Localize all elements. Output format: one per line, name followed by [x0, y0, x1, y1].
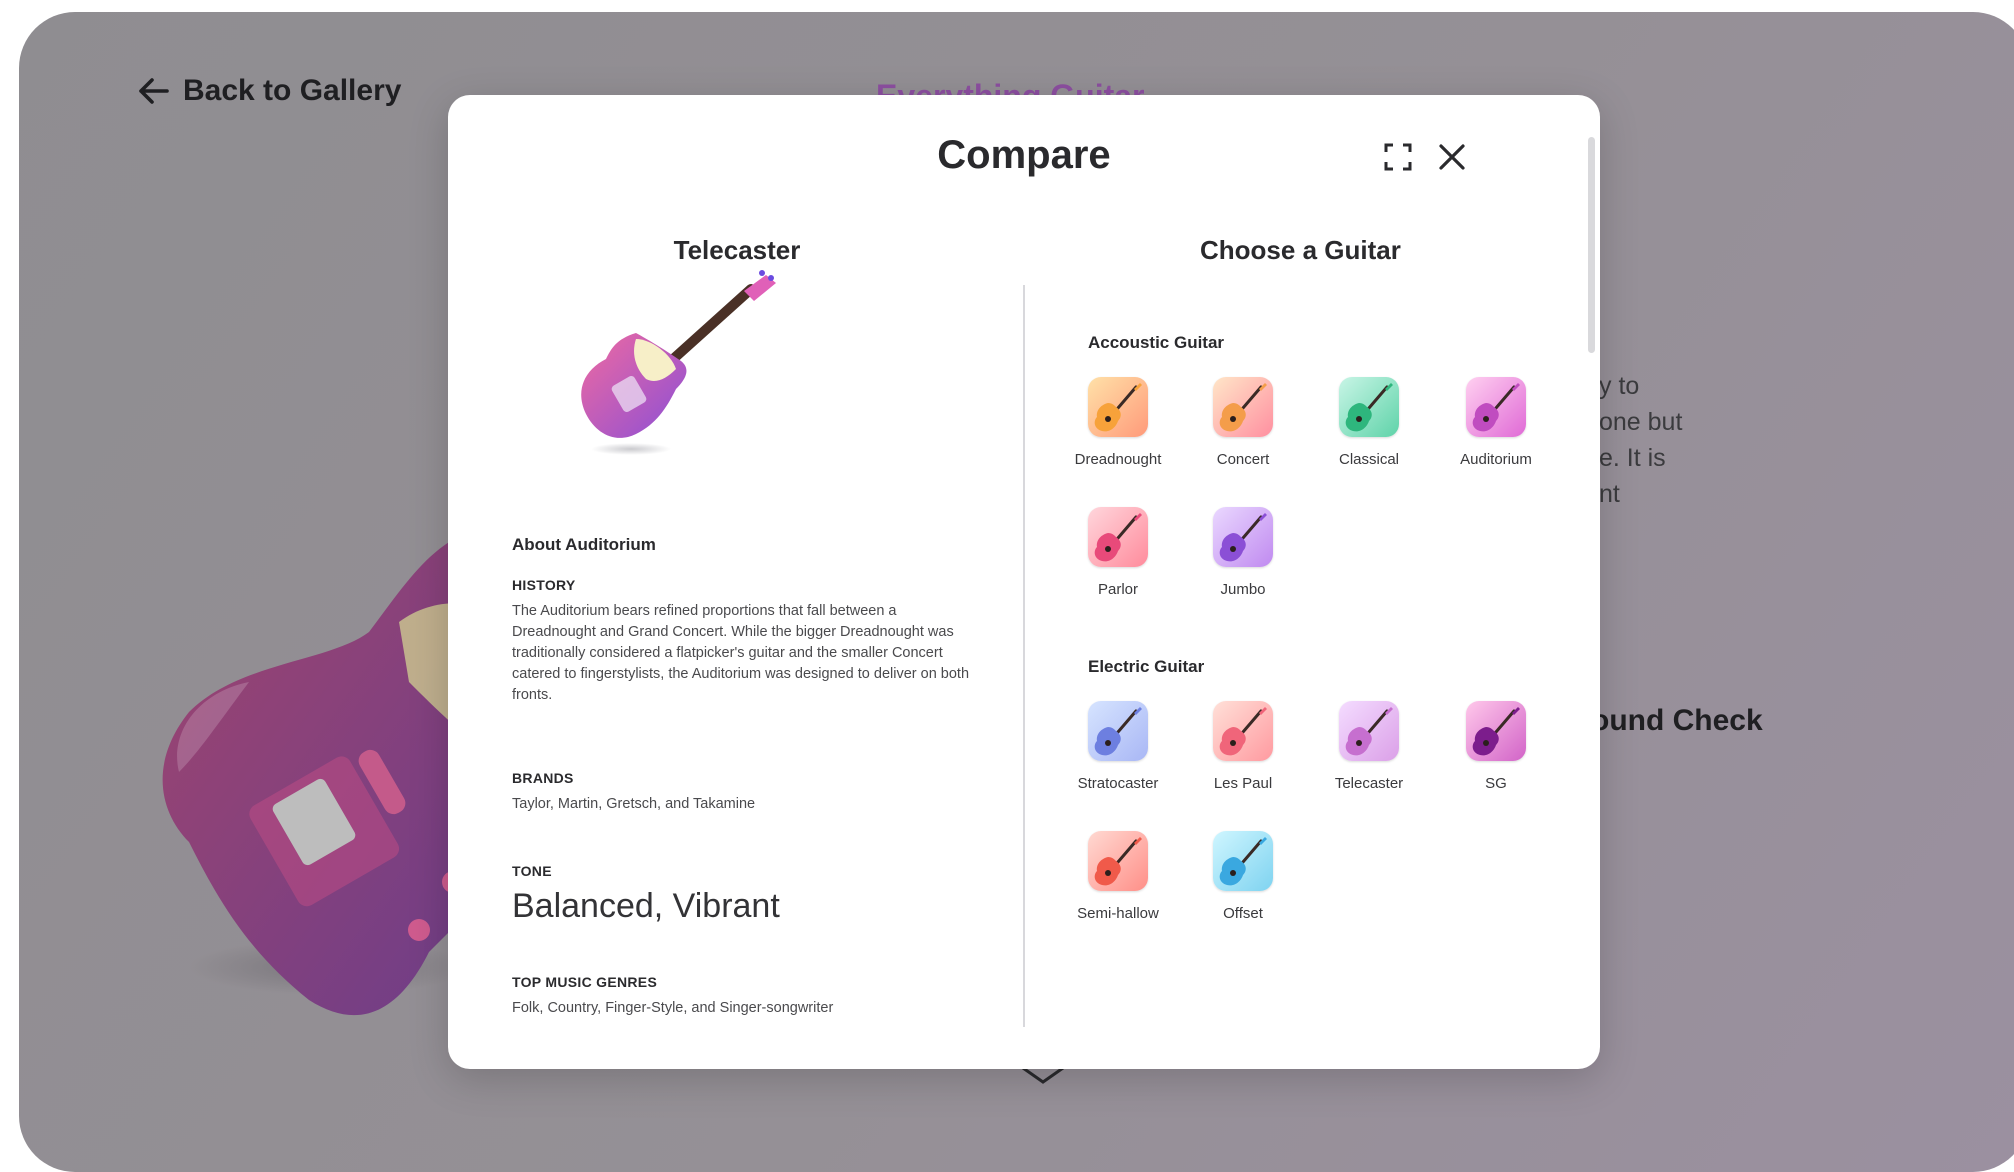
back-label: Back to Gallery: [183, 74, 402, 107]
guitar-option-label: Auditorium: [1460, 451, 1532, 468]
guitar-thumbnail-icon: [1088, 507, 1148, 567]
guitar-option-label: Dreadnought: [1074, 451, 1162, 468]
guitar-picker-column: Choose a Guitar: [1088, 235, 1558, 266]
electric-group-title: Electric Guitar: [1088, 657, 1205, 676]
guitar-option-label: Telecaster: [1334, 775, 1404, 792]
guitar-option-les-paul[interactable]: Les Paul: [1178, 701, 1308, 792]
column-divider: [1023, 285, 1025, 1027]
fullscreen-icon[interactable]: [1384, 143, 1412, 171]
about-title: About Auditorium: [512, 535, 656, 554]
guitar-option-semi-hallow[interactable]: Semi-hallow: [1053, 831, 1183, 922]
guitar-option-label: Parlor: [1097, 581, 1138, 598]
guitar-thumbnail-icon: [1339, 701, 1399, 761]
guitar-option-offset[interactable]: Offset: [1178, 831, 1308, 922]
guitar-thumbnail-icon: [1466, 377, 1526, 437]
sound-check-heading: ound Check: [1591, 704, 1763, 737]
compare-modal: Compare Telecaster About Auditorium HIST…: [448, 95, 1600, 1069]
back-to-gallery-link[interactable]: Back to Gallery: [139, 74, 401, 108]
modal-title: Compare: [937, 133, 1111, 177]
selected-guitar-name: Telecaster: [673, 235, 801, 265]
guitar-thumbnail-icon: [1339, 377, 1399, 437]
guitar-option-concert[interactable]: Concert: [1178, 377, 1308, 468]
selected-guitar-column: Telecaster: [512, 235, 962, 266]
scrollbar[interactable]: [1588, 137, 1595, 353]
guitar-thumbnail-icon: [1213, 701, 1273, 761]
guitar-option-label: Stratocaster: [1077, 775, 1159, 792]
history-label: HISTORY: [512, 577, 576, 593]
guitar-option-label: Semi-hallow: [1077, 905, 1159, 922]
background-paragraph: y to one but e. It is nt: [1599, 372, 1683, 508]
guitar-details: About Auditorium HISTORY The Auditorium …: [512, 535, 972, 1019]
guitar-option-sg[interactable]: SG: [1431, 701, 1561, 792]
history-text: The Auditorium bears refined proportions…: [512, 603, 970, 703]
tone-text: Balanced, Vibrant: [512, 887, 780, 925]
guitar-option-label: Offset: [1223, 905, 1263, 922]
guitar-option-classical[interactable]: Classical: [1304, 377, 1434, 468]
brands-label: BRANDS: [512, 770, 574, 786]
guitar-option-stratocaster[interactable]: Stratocaster: [1053, 701, 1183, 792]
arrow-left-icon: [139, 78, 169, 104]
brands-text: Taylor, Martin, Gretsch, and Takamine: [512, 796, 756, 812]
close-icon[interactable]: [1438, 143, 1466, 171]
acoustic-group-title: Accoustic Guitar: [1088, 333, 1225, 352]
guitar-option-label: SG: [1485, 775, 1507, 792]
guitar-option-label: Classical: [1338, 451, 1399, 468]
genres-label: TOP MUSIC GENRES: [512, 974, 658, 990]
guitar-thumbnail-icon: [1213, 377, 1273, 437]
guitar-option-parlor[interactable]: Parlor: [1053, 507, 1183, 598]
guitar-thumbnail-icon: [1088, 701, 1148, 761]
guitar-option-telecaster[interactable]: Telecaster: [1304, 701, 1434, 792]
guitar-thumbnail-icon: [1466, 701, 1526, 761]
guitar-thumbnail-icon: [1213, 507, 1273, 567]
telecaster-image: [581, 270, 776, 455]
guitar-option-auditorium[interactable]: Auditorium: [1431, 377, 1561, 468]
guitar-thumbnail-icon: [1088, 831, 1148, 891]
genres-text: Folk, Country, Finger-Style, and Singer-…: [512, 1000, 834, 1016]
guitar-option-label: Les Paul: [1213, 775, 1273, 792]
guitar-option-label: Jumbo: [1220, 581, 1266, 598]
guitar-thumbnail-icon: [1213, 831, 1273, 891]
choose-guitar-heading: Choose a Guitar: [1200, 235, 1401, 265]
guitar-option-label: Concert: [1216, 451, 1270, 468]
tone-label: TONE: [512, 863, 552, 879]
guitar-option-dreadnought[interactable]: Dreadnought: [1053, 377, 1183, 468]
guitar-thumbnail-icon: [1088, 377, 1148, 437]
guitar-option-jumbo[interactable]: Jumbo: [1178, 507, 1308, 598]
